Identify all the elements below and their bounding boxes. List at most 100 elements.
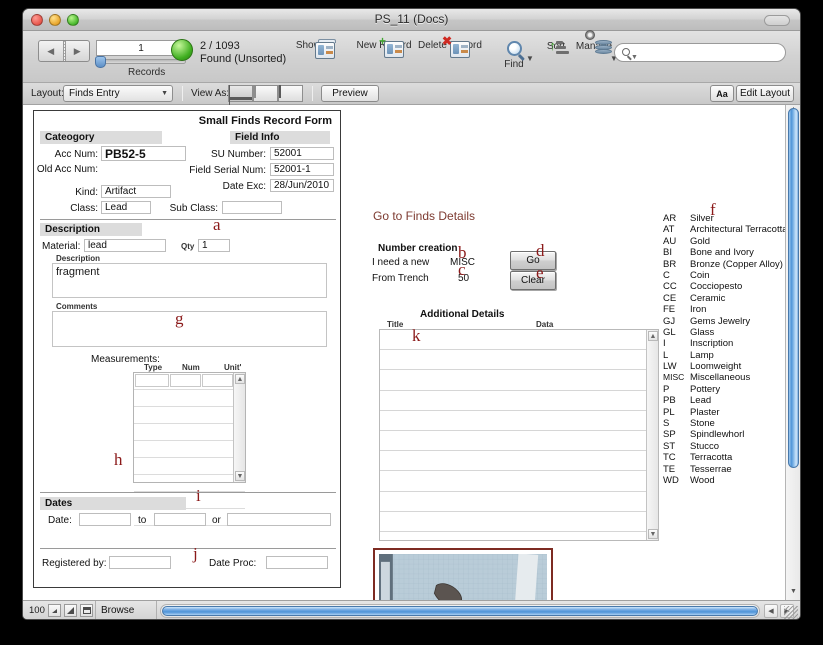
find-photograph[interactable]: PART: PS 10 SU E2001 7852-5 29-JUNE LEAD… [373,548,553,600]
date-to-input[interactable] [154,513,206,526]
table-row[interactable] [134,390,245,407]
go-button[interactable]: Go [510,251,556,270]
zoom-in-button[interactable] [63,604,77,617]
scroll-left-arrow-icon[interactable]: ◀ [764,604,778,618]
clear-button[interactable]: Clear [510,271,556,290]
table-row[interactable] [380,471,658,492]
date-or-input[interactable] [227,513,331,526]
record-count-value: 2 / 1093 [200,40,240,52]
new-record-button[interactable]: + New Record [353,35,415,58]
legend-full: Plaster [690,406,720,418]
search-chevron-down-icon[interactable]: ▼ [631,49,638,67]
text-size-button[interactable]: Aa [710,85,734,102]
goto-finds-details-link[interactable]: Go to Finds Details [373,209,475,223]
legend-full: Coin [690,269,710,281]
table-row[interactable] [380,411,658,431]
annotation-j: j [193,544,198,563]
annotation-a: a [213,215,221,234]
preview-button[interactable]: Preview [321,85,379,102]
description-textarea[interactable]: fragment [52,263,327,298]
table-row[interactable] [380,370,658,391]
table-row[interactable] [380,492,658,512]
toolbar-toggle-button[interactable] [764,15,790,26]
measurements-scrollbar[interactable]: ▲ ▼ [233,373,245,482]
manage-button[interactable]: ▼ Manage [568,30,620,63]
table-row[interactable] [134,424,245,441]
class-input[interactable]: Lead [101,201,151,214]
legend-full: Lamp [690,349,714,361]
legend-full: Pottery [690,383,721,395]
measurement-type-cell[interactable] [135,374,169,387]
date-from-input[interactable] [79,513,131,526]
date-exc-input[interactable]: 28/Jun/2010 [270,179,334,192]
legend-full: Bronze (Copper Alloy) [690,258,783,270]
scroll-up-arrow-icon[interactable]: ▲ [648,331,658,341]
next-record-icon[interactable]: ▶ [66,46,90,57]
horizontal-scroll-thumb[interactable] [162,606,758,616]
kind-input[interactable]: Artifact [101,185,171,198]
legend-full: Inscription [690,338,734,350]
delete-record-button[interactable]: ✖ Delete Record [415,35,485,58]
field-serial-num-input[interactable]: 52001-1 [270,163,334,176]
content-vertical-scrollbar[interactable]: ▲ ▼ [785,105,800,600]
comments-textarea[interactable] [52,311,327,347]
measurement-num-cell[interactable] [170,374,201,387]
to-label: to [138,515,147,526]
measurement-unit-cell[interactable] [202,374,233,387]
previous-record-icon[interactable]: ◀ [39,46,63,57]
horizontal-scrollbar[interactable] [160,604,760,618]
scroll-down-arrow-icon[interactable]: ▼ [788,588,799,599]
additional-details-portal[interactable]: ▲ ▼ [379,329,659,541]
sub-class-input[interactable] [222,201,282,214]
annotation-b: b [458,243,467,262]
description-section-heading: Description [40,223,142,236]
record-slider-track[interactable] [96,59,186,64]
view-as-list-button[interactable] [253,85,278,102]
find-chevron-down-icon[interactable]: ▼ [526,54,534,63]
window-titlebar[interactable]: PS_11 (Docs) [23,9,800,31]
table-row[interactable] [134,407,245,424]
qty-input[interactable]: 1 [198,239,230,252]
edit-layout-button[interactable]: Edit Layout [736,85,794,102]
vertical-scroll-thumb[interactable] [788,108,799,468]
toggle-status-area-button[interactable] [79,604,93,617]
record-slider-knob[interactable] [95,56,106,68]
search-input[interactable]: ▼ [614,43,786,62]
table-row[interactable] [134,475,245,492]
find-button[interactable]: ▼ Find [493,40,535,70]
table-row[interactable] [380,451,658,472]
annotation-d: d [536,241,545,260]
window-resize-grip[interactable] [784,606,798,619]
table-row[interactable] [380,350,658,371]
measurements-portal[interactable]: ▲ ▼ [133,372,246,526]
legend-abbr: S [663,418,670,430]
mode-selector[interactable]: Browse [101,605,134,616]
view-as-table-button[interactable] [278,85,303,102]
material-input[interactable]: lead [84,239,166,252]
table-row[interactable] [380,330,658,351]
scroll-down-arrow-icon[interactable]: ▼ [235,471,245,481]
table-row[interactable] [134,458,245,475]
show-all-button[interactable]: Show All [286,39,344,59]
table-row[interactable] [380,391,658,411]
zoom-out-button[interactable] [47,604,61,617]
view-as-form-button[interactable] [228,85,253,112]
layout-select[interactable]: Finds Entry ▼ [63,85,173,102]
table-row[interactable] [134,441,245,458]
legend-abbr: TE [663,463,676,475]
date-proc-input[interactable] [266,556,328,569]
scroll-up-arrow-icon[interactable]: ▲ [235,374,245,384]
legend-abbr: C [663,269,670,281]
table-row[interactable] [134,373,245,390]
additional-details-scrollbar[interactable]: ▲ ▼ [646,330,658,540]
record-navigation-book[interactable]: ◀ ▶ [38,40,90,62]
desktop-background: PS_11 (Docs) ◀ ▶ 1 Records 2 / 1093 Foun… [0,0,823,645]
su-number-input[interactable]: 52001 [270,147,334,160]
legend-abbr: PL [663,406,675,418]
table-row[interactable] [380,431,658,452]
table-row[interactable] [380,512,658,532]
scroll-down-arrow-icon[interactable]: ▼ [648,529,658,539]
registered-by-input[interactable] [109,556,171,569]
found-set-indicator-icon[interactable] [171,39,193,61]
acc-num-input[interactable]: PB52-5 [101,146,186,161]
